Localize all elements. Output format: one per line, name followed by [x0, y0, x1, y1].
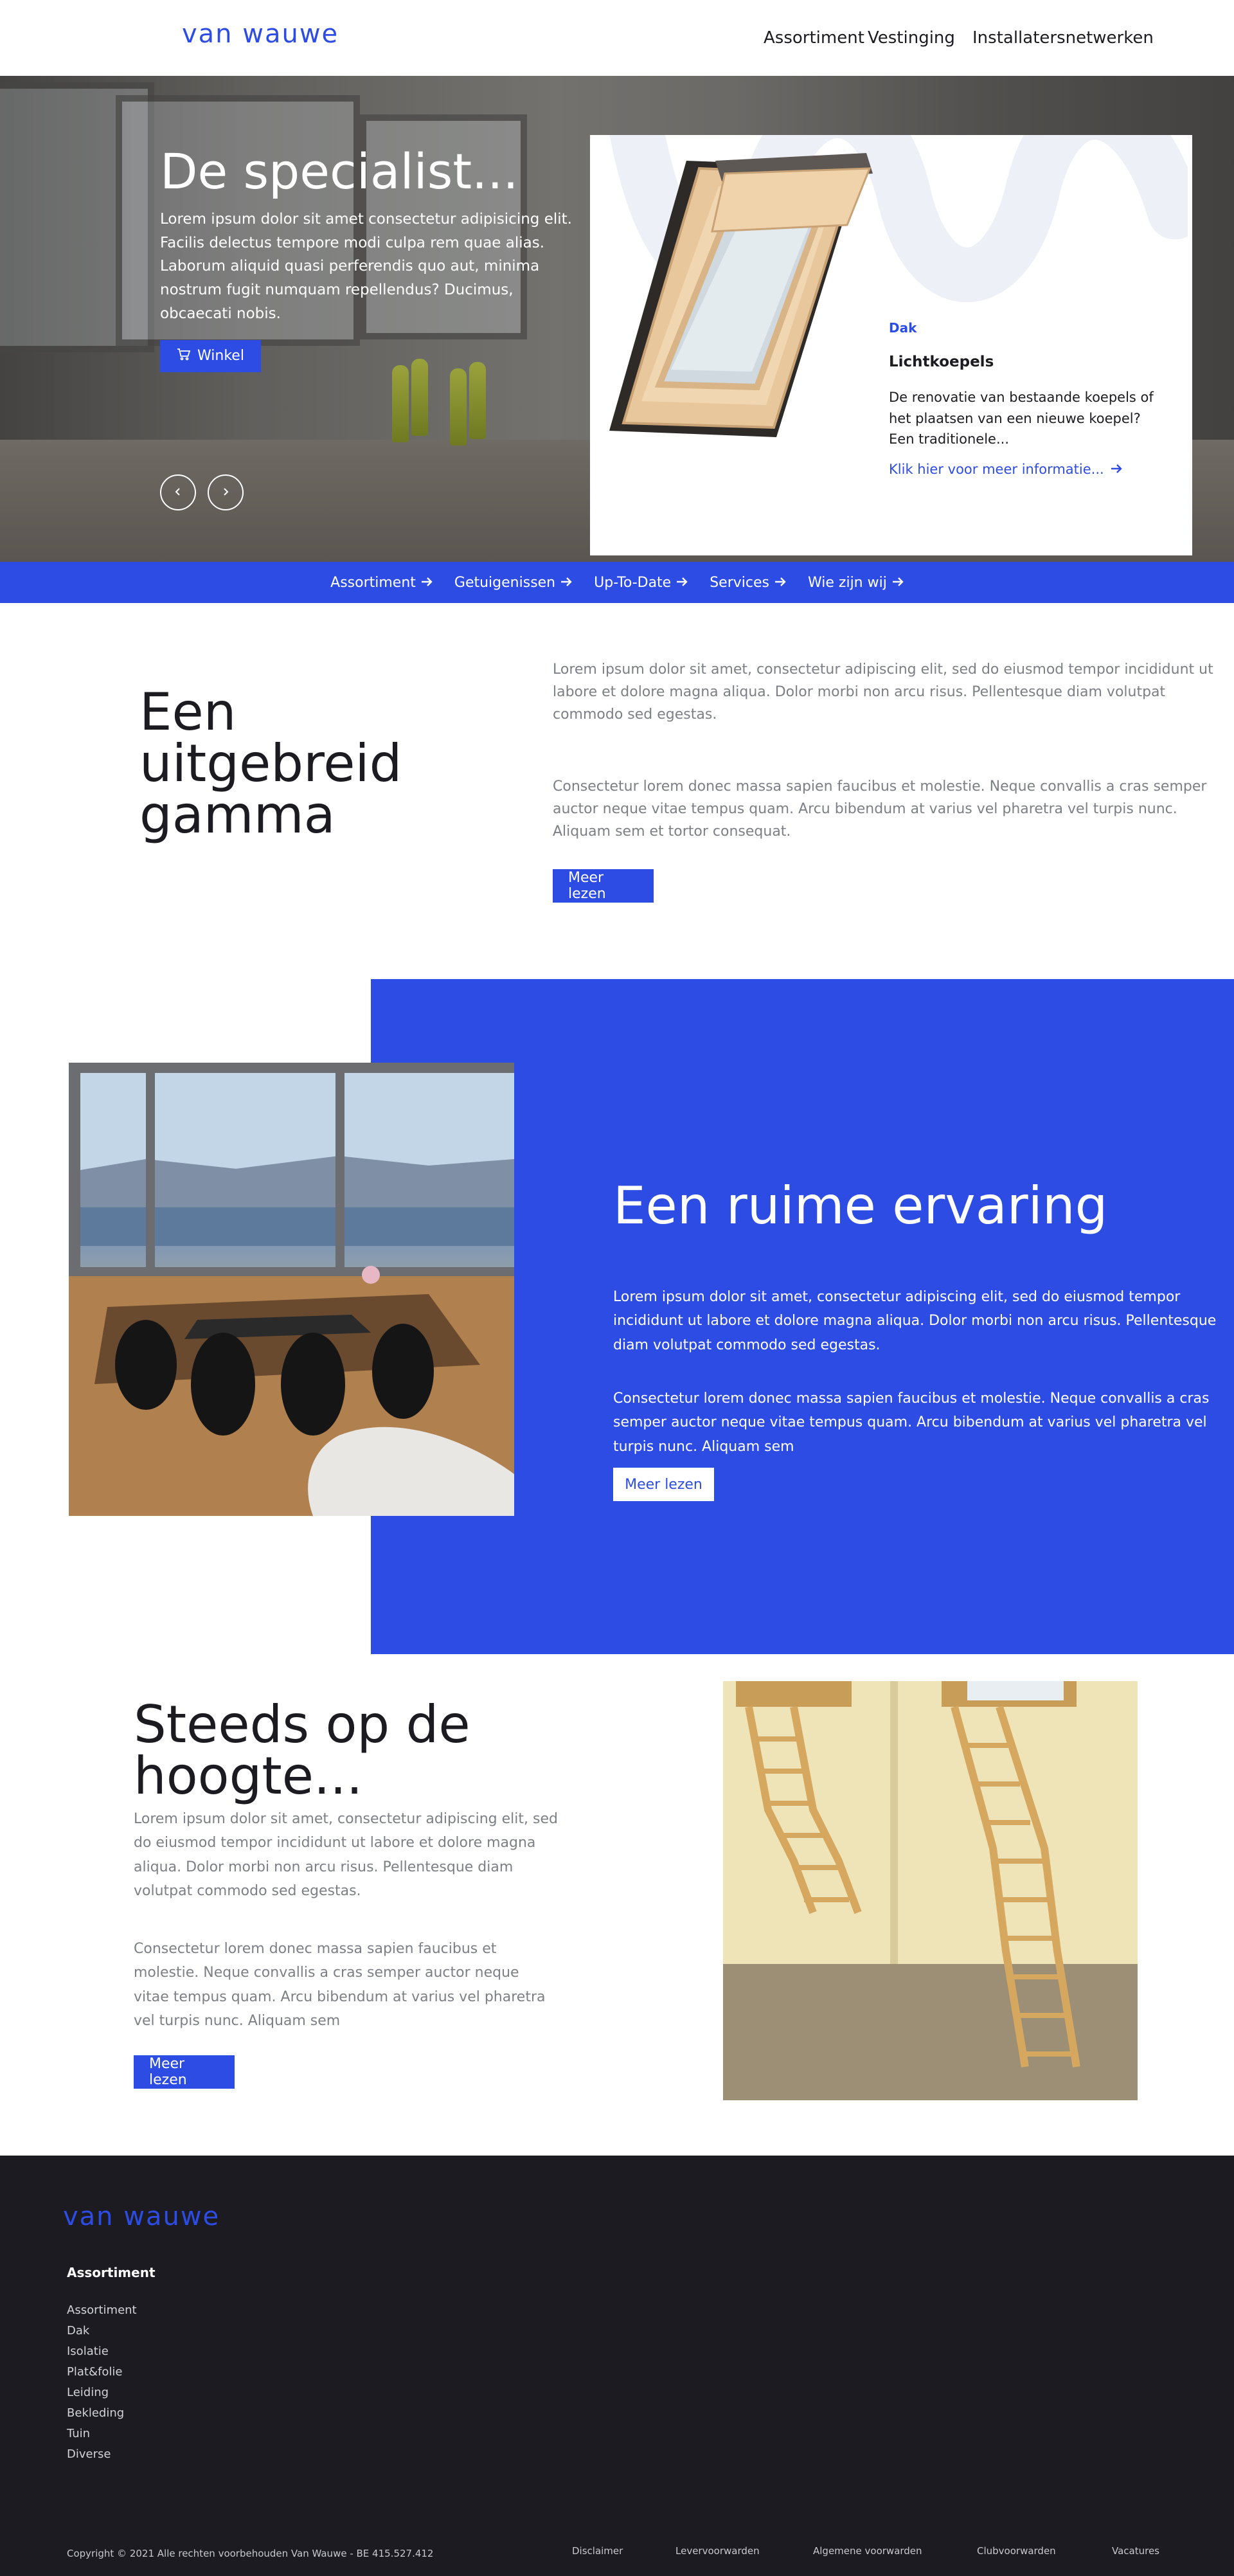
footer-link-leiding[interactable]: Leiding [67, 2386, 109, 2399]
ervaring-paragraph-2: Consectetur lorem donec massa sapien fau… [613, 1391, 1210, 1455]
hoogte-read-more-button[interactable]: Meer lezen [134, 2055, 235, 2089]
footer-legal-disclaimer[interactable]: Disclaimer [572, 2545, 623, 2557]
topnav-item-assortiment[interactable]: Assortiment [764, 28, 868, 48]
card-description-line2: Een traditionele... [889, 431, 1010, 447]
subnav-item-getuigenissen[interactable]: Getuigenissen [454, 575, 572, 591]
footer-legal-algemene-voorwarden[interactable]: Algemene voorwarden [813, 2545, 922, 2557]
hoogte-paragraph-1: Lorem ipsum dolor sit amet, consectetur … [134, 1811, 558, 1900]
hero-title: De specialist... [160, 143, 519, 200]
card-category: Dak [889, 320, 917, 336]
hero-slider-controls [160, 474, 244, 510]
arrow-right-icon [892, 575, 904, 591]
footer-link-isolatie[interactable]: Isolatie [67, 2345, 109, 2358]
hero-product-card: Dak Lichtkoepels De renovatie van bestaa… [590, 135, 1192, 555]
subnav-item-assortiment[interactable]: Assortiment [330, 575, 433, 591]
gamma-title: Een uitgebreid gamma [139, 682, 402, 845]
gamma-section: Een uitgebreid gamma Lorem ipsum dolor s… [0, 603, 1234, 979]
footer-links: Assortiment Dak Isolatie Plat&folie Leid… [67, 2303, 137, 2468]
card-title: Lichtkoepels [889, 354, 994, 370]
topnav-item-vestinging[interactable]: Vestinging [868, 28, 972, 48]
ervaring-title: Een ruime ervaring [613, 1176, 1108, 1236]
footer-link-dak[interactable]: Dak [67, 2324, 89, 2337]
footer-legal-levervoorwarden[interactable]: Levervoorwarden [675, 2545, 760, 2557]
skylight-window-image [609, 153, 873, 437]
subnav-item-up-to-date[interactable]: Up-To-Date [594, 575, 688, 591]
slider-prev-button[interactable] [160, 474, 196, 510]
footer-brand-logo[interactable]: van wauwe [63, 2202, 220, 2231]
hero-section: De specialist... Lorem ipsum dolor sit a… [0, 76, 1234, 562]
copyright-text: Copyright © 2021 Alle rechten voorbehoud… [67, 2548, 434, 2559]
hoogte-paragraph-2: Consectetur lorem donec massa sapien fau… [134, 1941, 546, 2030]
gamma-paragraph-1: Lorem ipsum dolor sit amet, consectetur … [553, 662, 1213, 723]
footer-link-tuin[interactable]: Tuin [67, 2427, 90, 2440]
subnav-label: Wie zijn wij [808, 574, 887, 591]
chevron-left-icon [174, 487, 183, 499]
card-more-info-link[interactable]: Klik hier voor meer informatie... [889, 462, 1122, 477]
card-more-info-label: Klik hier voor meer informatie... [889, 462, 1104, 477]
footer-legal-vacatures[interactable]: Vacatures [1112, 2545, 1159, 2557]
top-navigation: Assortiment Vestinging Installatersnetwe… [764, 28, 1154, 48]
footer-link-diverse[interactable]: Diverse [67, 2447, 111, 2461]
card-description: De renovatie van bestaande koepels of he… [889, 387, 1178, 450]
subnav-item-services[interactable]: Services [710, 575, 786, 591]
footer-link-assortiment[interactable]: Assortiment [67, 2303, 137, 2317]
site-footer: van wauwe Assortiment Assortiment Dak Is… [0, 2156, 1234, 2576]
arrow-right-icon [421, 575, 433, 591]
ervaring-section: Een ruime ervaring Lorem ipsum dolor sit… [0, 979, 1234, 1654]
subnav-label: Getuigenissen [454, 574, 556, 591]
subnav-label: Assortiment [330, 574, 416, 591]
arrow-right-icon [1111, 462, 1122, 477]
arrow-right-icon [676, 575, 688, 591]
hoogte-section: Steeds op de hoogte... Lorem ipsum dolor… [0, 1654, 1234, 2156]
subnav-label: Up-To-Date [594, 574, 672, 591]
hoogte-title: Steeds op de hoogte... [134, 1695, 470, 1806]
footer-link-bekleding[interactable]: Bekleding [67, 2406, 124, 2420]
chevron-right-icon [221, 487, 230, 499]
attic-ladder-photo [723, 1681, 1138, 2100]
ervaring-read-more-button[interactable]: Meer lezen [613, 1468, 714, 1501]
ervaring-paragraph-1: Lorem ipsum dolor sit amet, consectetur … [613, 1289, 1217, 1353]
gamma-paragraph-2: Consectetur lorem donec massa sapien fau… [553, 779, 1207, 840]
topnav-item-installatersnetwerken[interactable]: Installatersnetwerken [972, 28, 1154, 48]
winkel-button-label: Winkel [197, 348, 244, 365]
hero-body: Lorem ipsum dolor sit amet consectetur a… [160, 210, 572, 322]
winkel-button[interactable]: Winkel [160, 339, 261, 372]
card-description-line1: De renovatie van bestaande koepels of he… [889, 390, 1154, 426]
hero-content: De specialist... Lorem ipsum dolor sit a… [160, 140, 584, 372]
arrow-right-icon [560, 575, 572, 591]
cart-icon [177, 348, 191, 365]
arrow-right-icon [774, 575, 786, 591]
dining-room-photo [69, 1063, 514, 1516]
brand-logo[interactable]: van wauwe [182, 19, 339, 49]
section-navigation: Assortiment Getuigenissen Up-To-Date Ser… [0, 562, 1234, 603]
slider-next-button[interactable] [208, 474, 244, 510]
subnav-item-wie-zijn-wij[interactable]: Wie zijn wij [808, 575, 904, 591]
subnav-label: Services [710, 574, 769, 591]
site-header: van wauwe Assortiment Vestinging Install… [0, 0, 1234, 76]
footer-link-plat-folie[interactable]: Plat&folie [67, 2365, 122, 2379]
gamma-read-more-button[interactable]: Meer lezen [553, 869, 654, 903]
footer-legal-clubvoorwarden[interactable]: Clubvoorwarden [977, 2545, 1056, 2557]
footer-heading: Assortiment [67, 2265, 156, 2280]
